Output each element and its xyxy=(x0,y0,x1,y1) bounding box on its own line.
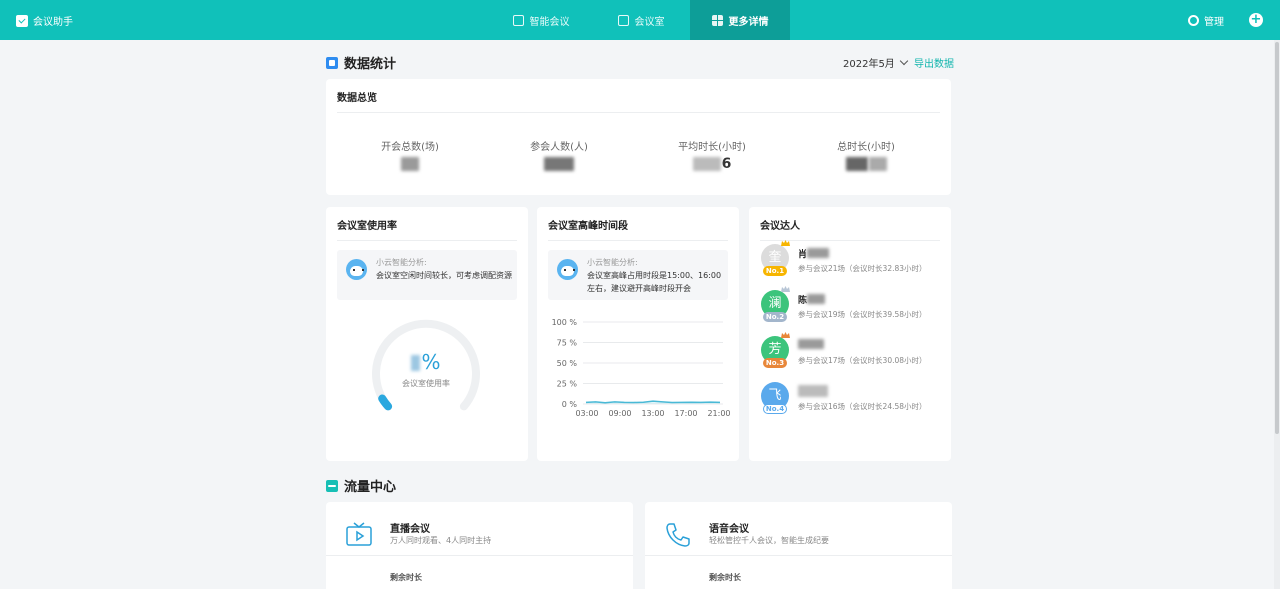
x-tick-label: 09:00 xyxy=(608,409,631,418)
month-value: 2022年5月 xyxy=(843,59,895,70)
expert-name xyxy=(798,385,828,399)
meeting-experts-card: 会议达人 奎 No.1 肖 参与会议21场（会议时长32.83小时） 澜 No.… xyxy=(749,207,951,461)
nav-tab-meeting-room[interactable]: 会议室 xyxy=(606,0,676,40)
smart-meeting-icon xyxy=(512,14,524,26)
stat-avg-duration: 平均时长(小时) 6 xyxy=(642,138,782,173)
expert-item[interactable]: 芳 No.3 参与会议17场（会议时长30.08小时） xyxy=(760,332,945,376)
y-tick-label: 0 % xyxy=(562,400,578,409)
remaining-time-label: 剩余时长 xyxy=(709,573,741,582)
gauge-label: 会议室使用率 xyxy=(402,379,450,388)
gear-icon xyxy=(1188,15,1199,26)
export-data-link[interactable]: 导出数据 xyxy=(914,55,954,70)
nav-tab-label: 更多详情 xyxy=(728,16,769,28)
phone-icon xyxy=(666,523,690,547)
stat-value-redacted xyxy=(340,157,480,173)
gauge-value-redacted xyxy=(411,355,421,371)
crown-icon xyxy=(781,286,790,292)
nav-tab-label: 智能会议 xyxy=(529,16,570,28)
stat-total-meetings: 开会总数(场) xyxy=(340,138,480,173)
divider xyxy=(337,112,940,113)
usage-gauge xyxy=(372,319,480,411)
stat-value-redacted: 6 xyxy=(642,157,782,173)
meeting-assistant-logo-icon xyxy=(16,14,28,27)
grid-icon xyxy=(711,14,723,26)
manage-button[interactable]: 管理 xyxy=(1188,13,1224,28)
stats-icon xyxy=(326,56,338,69)
section-title: 流量中心 xyxy=(344,480,397,495)
stat-label: 平均时长(小时) xyxy=(678,142,746,153)
section-title: 数据统计 xyxy=(344,57,397,72)
nav-tab-label: 会议室 xyxy=(634,16,665,28)
crown-icon xyxy=(781,240,790,246)
remaining-time-label: 剩余时长 xyxy=(390,573,422,582)
expert-info: 参与会议16场（会议时长24.58小时） xyxy=(798,402,927,411)
overview-card: 数据总览 开会总数(场) 参会人数(人) 平均时长(小时) 6 总时长(小时) xyxy=(326,79,951,195)
manage-label: 管理 xyxy=(1204,17,1224,28)
expert-info: 参与会议21场（会议时长32.83小时） xyxy=(798,264,927,273)
live-meeting-card[interactable]: 直播会议 万人同时观看、4人同时主持 剩余时长 xyxy=(326,502,633,589)
app-brand[interactable]: 会议助手 xyxy=(16,13,73,28)
x-tick-label: 17:00 xyxy=(674,409,697,418)
expert-info: 参与会议17场（会议时长30.08小时） xyxy=(798,356,927,365)
divider xyxy=(645,555,952,556)
peak-area-chart: 100 % 75 % 50 % 25 % 0 %03:00 09:00 13:00 17:00… xyxy=(552,318,731,418)
nav-tab-smart-meeting[interactable]: 智能会议 xyxy=(502,0,580,40)
card-title: 直播会议 xyxy=(390,524,430,535)
x-tick-label: 21:00 xyxy=(707,409,730,418)
y-tick-label: 75 % xyxy=(557,339,578,348)
card-title: 数据总览 xyxy=(337,93,377,104)
expert-name xyxy=(798,339,824,351)
y-tick-label: 100 % xyxy=(552,318,578,327)
stats-section-header: 数据统计 xyxy=(326,53,396,72)
plus-icon: + xyxy=(1250,12,1262,27)
scrollbar-thumb[interactable] xyxy=(1275,42,1279,434)
gauge-fill xyxy=(378,394,393,411)
y-tick-label: 50 % xyxy=(557,359,578,368)
rank-badge: No.1 xyxy=(763,266,787,276)
live-broadcast-icon xyxy=(346,522,372,546)
card-subtitle: 万人同时观看、4人同时主持 xyxy=(390,536,492,545)
rank-badge: No.3 xyxy=(763,358,787,368)
stat-value-visible-digit: 6 xyxy=(721,156,732,172)
stat-value-redacted xyxy=(489,157,629,173)
expert-name: 肖 xyxy=(798,247,830,260)
stat-label: 总时长(小时) xyxy=(837,142,895,153)
peak-time-card: 会议室高峰时间段 小云智能分析: 会议室高峰占用时段是15:00、16:00左右… xyxy=(537,207,739,461)
x-tick-label: 13:00 xyxy=(641,409,664,418)
stat-value-redacted xyxy=(796,157,936,173)
x-tick-label: 03:00 xyxy=(575,409,598,418)
top-navigation-bar: 会议助手 智能会议 会议室 更多详情 管理 + xyxy=(0,0,1280,40)
expert-item[interactable]: 澜 No.2 陈 参与会议19场（会议时长39.58小时） xyxy=(760,286,945,330)
nav-tab-more-details[interactable]: 更多详情 xyxy=(690,0,790,40)
gauge-unit: % xyxy=(421,350,441,374)
chevron-down-icon xyxy=(899,56,909,65)
expert-name: 陈 xyxy=(798,293,826,306)
card-subtitle: 轻松管控千人会议，智能生成纪要 xyxy=(709,536,829,545)
card-title: 会议达人 xyxy=(760,221,800,232)
card-title: 语音会议 xyxy=(709,524,749,535)
divider xyxy=(326,555,633,556)
flow-icon xyxy=(326,479,338,492)
rank-badge: No.2 xyxy=(763,312,787,322)
meeting-room-icon xyxy=(617,14,629,26)
app-title: 会议助手 xyxy=(33,17,73,28)
expert-info: 参与会议19场（会议时长39.58小时） xyxy=(798,310,927,319)
flow-section-header: 流量中心 xyxy=(326,476,396,495)
room-usage-card: 会议室使用率 小云智能分析: 会议室空闲时间较长，可考虑调配资源 % 会议室使用… xyxy=(326,207,528,461)
expert-item[interactable]: 飞 No.4 参与会议16场（会议时长24.58小时） xyxy=(760,382,945,422)
month-selector[interactable]: 2022年5月 xyxy=(843,55,909,70)
gauge-value: % xyxy=(326,350,526,374)
add-button[interactable]: + xyxy=(1249,13,1263,27)
rank-badge: No.4 xyxy=(763,404,787,414)
stat-label: 参会人数(人) xyxy=(530,142,588,153)
stat-label: 开会总数(场) xyxy=(381,142,439,153)
expert-item[interactable]: 奎 No.1 肖 参与会议21场（会议时长32.83小时） xyxy=(760,240,945,284)
voice-meeting-card[interactable]: 语音会议 轻松管控千人会议，智能生成纪要 剩余时长 xyxy=(645,502,952,589)
stat-participants: 参会人数(人) xyxy=(489,138,629,173)
stat-total-duration: 总时长(小时) xyxy=(796,138,936,173)
y-tick-label: 25 % xyxy=(557,380,578,389)
crown-icon xyxy=(781,332,790,338)
